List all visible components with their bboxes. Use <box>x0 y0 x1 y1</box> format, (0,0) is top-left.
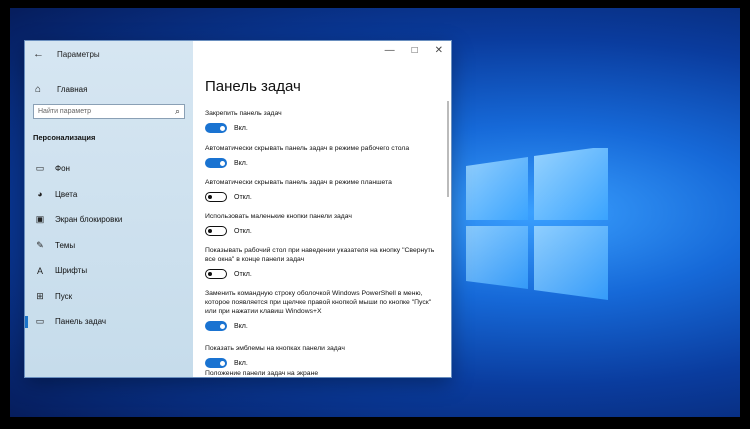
setting-label: Заменить командную строку оболочкой Wind… <box>205 290 432 315</box>
image-icon: ▭ <box>35 163 45 174</box>
palette-icon: ◕ <box>37 189 43 200</box>
toggle-state: Вкл. <box>234 124 248 132</box>
toggle-state: Откл. <box>234 270 252 278</box>
setting-label: Показать эмблемы на кнопках панели задач <box>205 345 345 352</box>
titlebar: ← Параметры <box>33 46 100 62</box>
toggle-switch[interactable] <box>205 158 227 168</box>
brush-icon: ✎ <box>36 239 44 250</box>
home-label: Главная <box>57 85 88 94</box>
windows-logo <box>462 146 612 300</box>
setting-label: Автоматически скрывать панель задач в ре… <box>205 145 410 152</box>
window-title: Параметры <box>57 49 100 59</box>
toggle-state: Откл. <box>234 193 252 201</box>
setting-label: Автоматически скрывать панель задач в ре… <box>205 179 392 186</box>
sidebar: ← Параметры ⌂ Главная Найти параметр ⌕ П… <box>25 41 193 377</box>
toggle-state: Откл. <box>234 227 252 235</box>
minimize-icon[interactable]: — <box>385 45 395 56</box>
sidebar-item-taskbar[interactable]: ▭ Панель задач <box>25 309 193 335</box>
sidebar-item-label: Панель задач <box>55 317 107 327</box>
sidebar-item-label: Цвета <box>55 189 78 199</box>
toggle-switch[interactable] <box>205 123 227 133</box>
sidebar-item-label: Экран блокировки <box>55 215 123 225</box>
sidebar-nav: ▭ Фон ◕ Цвета ▣ Экран блокировки ✎ Темы … <box>25 156 193 335</box>
toggle-switch[interactable] <box>205 269 227 279</box>
maximize-icon[interactable]: □ <box>412 45 418 56</box>
search-icon[interactable]: ⌕ <box>175 106 180 117</box>
sidebar-item-label: Шрифты <box>55 266 88 276</box>
setting-peek-desktop: Показывать рабочий стол при наведении ук… <box>205 246 437 279</box>
sidebar-item-home[interactable]: ⌂ Главная <box>35 84 87 95</box>
setting-autohide-tablet: Автоматически скрывать панель задач в ре… <box>205 178 440 202</box>
toggle-switch[interactable] <box>205 321 227 331</box>
close-icon[interactable]: ✕ <box>435 45 443 56</box>
sidebar-item-colors[interactable]: ◕ Цвета <box>25 182 193 208</box>
font-icon: A <box>36 265 43 276</box>
scrollbar[interactable] <box>447 101 449 197</box>
page-title: Панель задач <box>205 78 301 95</box>
desktop: ← Параметры ⌂ Главная Найти параметр ⌕ П… <box>10 8 740 417</box>
toggle-state: Вкл. <box>234 322 248 330</box>
taskbar-icon: ▭ <box>35 316 45 327</box>
setting-lock-taskbar: Закрепить панель задач Вкл. <box>205 109 440 133</box>
setting-label: Показывать рабочий стол при наведении ук… <box>205 247 435 263</box>
setting-label-cut-off: Положение панели задач на экране <box>205 370 319 377</box>
setting-small-buttons: Использовать маленькие кнопки панели зад… <box>205 212 440 236</box>
search-input[interactable]: Найти параметр ⌕ <box>33 104 185 119</box>
section-title: Персонализация <box>33 133 96 142</box>
setting-badges: Показать эмблемы на кнопках панели задач… <box>205 344 440 368</box>
main-content: — □ ✕ Панель задач Закрепить панель зада… <box>193 41 451 377</box>
setting-label: Использовать маленькие кнопки панели зад… <box>205 213 352 220</box>
home-icon: ⌂ <box>35 84 42 95</box>
start-icon: ⊞ <box>36 290 44 301</box>
settings-window: ← Параметры ⌂ Главная Найти параметр ⌕ П… <box>25 41 451 377</box>
search-placeholder: Найти параметр <box>38 108 91 115</box>
toggle-state: Вкл. <box>234 159 248 167</box>
window-controls: — □ ✕ <box>385 45 443 56</box>
toggle-state: Вкл. <box>234 359 248 367</box>
setting-autohide-desktop: Автоматически скрывать панель задач в ре… <box>205 144 440 168</box>
setting-powershell: Заменить командную строку оболочкой Wind… <box>205 289 437 331</box>
sidebar-item-label: Пуск <box>55 291 73 301</box>
sidebar-item-background[interactable]: ▭ Фон <box>25 156 193 182</box>
toggle-switch[interactable] <box>205 226 227 236</box>
toggle-switch[interactable] <box>205 358 227 368</box>
lock-screen-icon: ▣ <box>35 214 45 225</box>
back-arrow-icon[interactable]: ← <box>33 48 49 60</box>
sidebar-item-lock-screen[interactable]: ▣ Экран блокировки <box>25 207 193 233</box>
sidebar-item-label: Фон <box>55 164 70 174</box>
sidebar-item-fonts[interactable]: A Шрифты <box>25 258 193 284</box>
sidebar-item-label: Темы <box>55 240 76 250</box>
toggle-switch[interactable] <box>205 192 227 202</box>
setting-label: Закрепить панель задач <box>205 110 282 117</box>
sidebar-item-start[interactable]: ⊞ Пуск <box>25 284 193 310</box>
sidebar-item-themes[interactable]: ✎ Темы <box>25 233 193 259</box>
